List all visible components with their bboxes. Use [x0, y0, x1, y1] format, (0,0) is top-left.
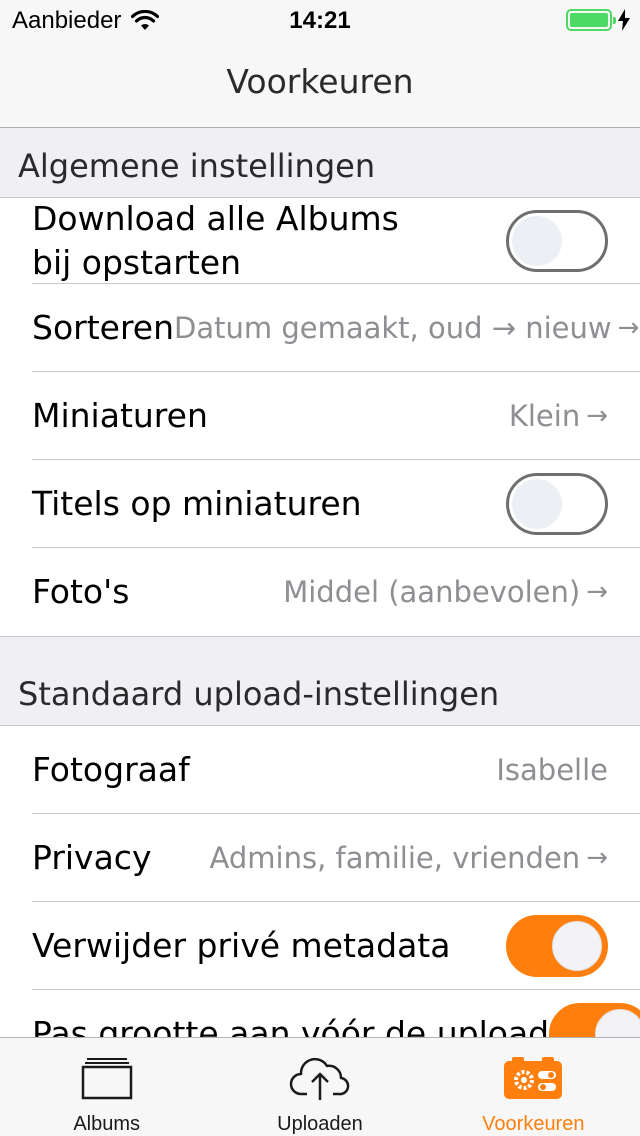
- titles-on-thumbnails-toggle[interactable]: [506, 472, 608, 535]
- charging-bolt-icon: [618, 9, 630, 31]
- tab-uploaden-label: Uploaden: [277, 1113, 363, 1135]
- tab-bar: Albums Uploaden Voorkeuren: [0, 1037, 640, 1136]
- download-albums-row: Download alle Albums bij opstarten: [32, 198, 640, 284]
- arrow-right-icon: →: [586, 577, 608, 607]
- titles-on-thumbnails-label: Titels op miniaturen: [32, 483, 362, 523]
- section-header-upload: Standaard upload-instellingen: [18, 675, 500, 713]
- sort-row[interactable]: Sorteren Datum gemaakt, oud → nieuw →: [32, 284, 640, 372]
- section-header-general: Algemene instellingen: [18, 147, 376, 185]
- settings-icon: [502, 1052, 564, 1103]
- photos-value: Middel (aanbevolen) →: [283, 575, 608, 609]
- status-time: 14:21: [289, 7, 351, 34]
- photographer-label: Fotograaf: [32, 749, 190, 789]
- battery-full-icon: [566, 9, 616, 31]
- sort-label: Sorteren: [32, 307, 175, 347]
- status-right: [566, 9, 630, 31]
- resize-toggle[interactable]: [549, 1003, 640, 1037]
- navigation-bar: Voorkeuren: [0, 40, 640, 128]
- strip-metadata-label: Verwijder privé metadata: [32, 925, 451, 965]
- titles-on-thumbnails-row: Titels op miniaturen: [32, 460, 640, 548]
- download-albums-label: Download alle Albums bij opstarten: [32, 198, 399, 282]
- thumbnails-row[interactable]: Miniaturen Klein →: [32, 372, 640, 460]
- strip-metadata-row: Verwijder privé metadata: [32, 902, 640, 990]
- tab-uploaden[interactable]: Uploaden: [213, 1038, 426, 1136]
- strip-metadata-toggle[interactable]: [506, 914, 608, 977]
- privacy-row[interactable]: Privacy Admins, familie, vrienden →: [32, 814, 640, 902]
- resize-row: Pas grootte aan vóór de upload: [32, 990, 640, 1037]
- arrow-right-icon: →: [586, 400, 608, 431]
- tab-albums[interactable]: Albums: [0, 1038, 213, 1136]
- arrow-right-icon: →: [586, 842, 608, 873]
- general-settings-group: Download alle Albums bij opstarten Sorte…: [0, 197, 640, 637]
- upload-settings-group: Fotograaf Isabelle Privacy Admins, famil…: [0, 725, 640, 1037]
- settings-list[interactable]: Algemene instellingen Download alle Albu…: [0, 129, 640, 1037]
- status-bar: Aanbieder 14:21: [0, 0, 640, 40]
- thumbnails-value: Klein →: [508, 398, 608, 433]
- download-albums-toggle[interactable]: [506, 209, 608, 272]
- thumbnails-label: Miniaturen: [32, 395, 208, 435]
- resize-label: Pas grootte aan vóór de upload: [32, 1014, 550, 1037]
- arrow-right-icon: →: [617, 312, 640, 343]
- sort-value: Datum gemaakt, oud → nieuw →: [174, 310, 640, 345]
- photographer-row[interactable]: Fotograaf Isabelle: [32, 726, 640, 814]
- page-title: Voorkeuren: [226, 62, 414, 101]
- tab-albums-label: Albums: [73, 1113, 141, 1135]
- photos-label: Foto's: [32, 572, 130, 612]
- cloud-upload-icon: [289, 1052, 351, 1103]
- tab-voorkeuren[interactable]: Voorkeuren: [427, 1038, 640, 1136]
- albums-icon: [76, 1052, 138, 1103]
- privacy-label: Privacy: [32, 837, 152, 877]
- photos-row[interactable]: Foto's Middel (aanbevolen) →: [32, 548, 640, 636]
- photographer-value[interactable]: Isabelle: [496, 753, 608, 787]
- tab-voorkeuren-label: Voorkeuren: [482, 1113, 585, 1135]
- privacy-value: Admins, familie, vrienden →: [209, 840, 608, 875]
